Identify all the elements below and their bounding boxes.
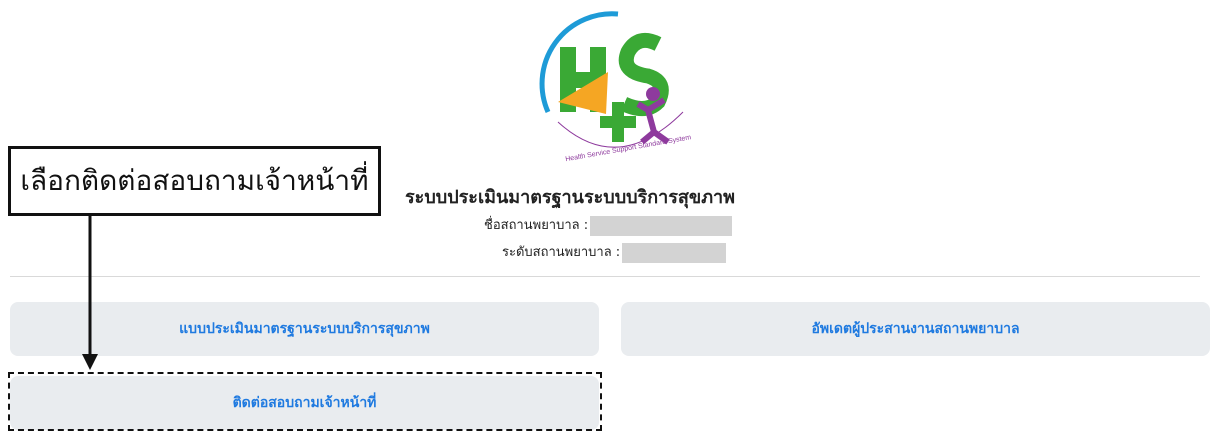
instruction-callout: เลือกติดต่อสอบถามเจ้าหน้าที่ — [8, 146, 381, 216]
hospital-level-redacted — [622, 242, 727, 263]
arrow-down-icon — [82, 216, 98, 370]
logo-tagline: Health Service Support Standard System — [565, 134, 692, 162]
hospital-name-redacted — [590, 215, 733, 236]
hospital-level-label: ระดับสถานพยาบาล : — [502, 245, 621, 260]
hs4-logo: Health Service Support Standard System — [539, 11, 692, 162]
contact-staff-button[interactable]: ติดต่อสอบถามเจ้าหน้าที่ — [10, 376, 599, 430]
hospital-name-row: ชื่อสถานพยาบาล : — [484, 214, 733, 236]
hospital-level-row: ระดับสถานพยาบาล : — [502, 241, 727, 263]
divider — [10, 276, 1200, 277]
page-title: ระบบประเมินมาตรฐานระบบบริการสุขภาพ — [405, 187, 736, 208]
update-coordinator-button[interactable]: อัพเดตผู้ประสานงานสถานพยาบาล — [621, 302, 1210, 356]
hospital-name-label: ชื่อสถานพยาบาล : — [484, 218, 589, 233]
